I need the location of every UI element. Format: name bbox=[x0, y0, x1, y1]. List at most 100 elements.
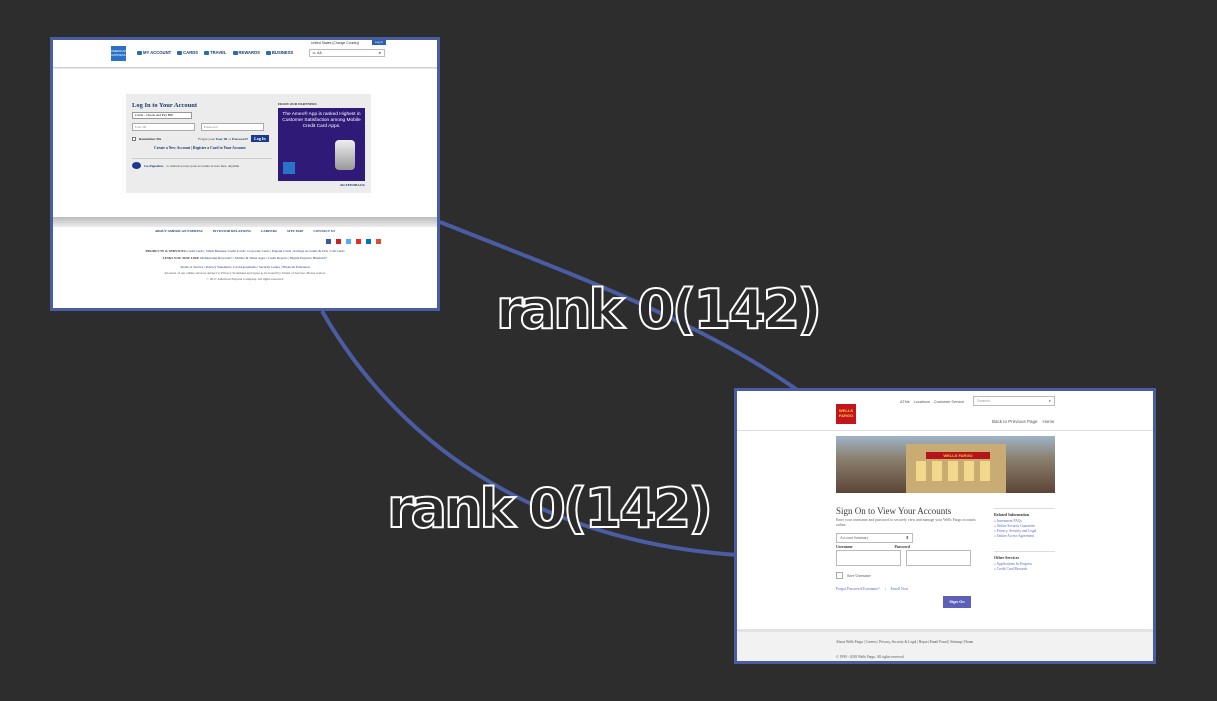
edge-label-top: rank 0(142) bbox=[495, 278, 823, 341]
wf-copyright: © 1999 - 2018 Wells Fargo. All rights re… bbox=[836, 655, 905, 659]
page-subtitle: Enter your username and password to secu… bbox=[836, 518, 976, 527]
wellsfargo-login-thumbnail[interactable]: WELLS FARGO ATMs Locations Customer Serv… bbox=[734, 388, 1156, 664]
other-link[interactable]: » Credit Card Rewards bbox=[994, 567, 1055, 572]
username-field[interactable] bbox=[836, 550, 901, 566]
password-field[interactable]: Password bbox=[201, 123, 264, 131]
signon-form: Sign On to View Your Accounts Enter your… bbox=[836, 506, 986, 608]
search-glyphs: ☏ AA bbox=[312, 51, 322, 55]
facebook-icon[interactable] bbox=[326, 239, 331, 244]
country-selector[interactable]: United States (Change Country) bbox=[311, 41, 359, 45]
card-icon bbox=[177, 50, 183, 55]
rewards-icon bbox=[232, 50, 238, 55]
save-username-checkbox[interactable] bbox=[836, 572, 843, 579]
footer-divider bbox=[53, 217, 437, 227]
trophy-icon bbox=[335, 140, 355, 170]
search-input[interactable]: Search ⌕ bbox=[973, 396, 1055, 406]
login-form: Log In to Your Account Cards - Check and… bbox=[132, 102, 272, 169]
account-type-select[interactable]: Cards - Check and Pay Bill bbox=[132, 112, 192, 119]
login-tab[interactable]: Log In bbox=[372, 40, 386, 45]
ad-text: The Amex® App is ranked Highest in Custo… bbox=[282, 112, 361, 129]
wf-header: WELLS FARGO ATMs Locations Customer Serv… bbox=[737, 391, 1153, 431]
ad-feedback-link[interactable]: AD FEEDBACK bbox=[340, 183, 365, 187]
links-you-may-like[interactable]: Membership Rewards® | Mobile & Tablet Ap… bbox=[200, 256, 327, 260]
remember-me-label: Remember Me bbox=[139, 136, 162, 141]
save-username-label: Save Username bbox=[847, 573, 871, 578]
amex-header: AMERICAN EXPRESS MY ACCOUNT CARDS TRAVEL… bbox=[53, 40, 437, 67]
app-ad-banner[interactable]: The Amex® App is ranked Highest in Custo… bbox=[278, 108, 365, 181]
paperless-promo[interactable]: Go Paperless to unlock access your accoun… bbox=[132, 158, 272, 169]
partners-label: FROM OUR PARTNERS bbox=[278, 102, 317, 106]
search-input[interactable]: ☏ AA ⌕ bbox=[309, 49, 385, 57]
other-services-title: Other Services bbox=[994, 551, 1055, 560]
amex-copyright: © 2017 American Express Company. All rig… bbox=[206, 277, 284, 281]
nav-cards[interactable]: CARDS bbox=[177, 50, 198, 55]
edge-label-bottom: rank 0(142) bbox=[386, 477, 714, 540]
forgot-link[interactable]: Forgot Password/Username? bbox=[836, 587, 880, 591]
legal-links[interactable]: Terms of Service | Privacy Statement | C… bbox=[53, 265, 437, 269]
amex-footer: ABOUT AMERICAN EXPRESS INVESTOR RELATION… bbox=[53, 227, 437, 281]
header-rule bbox=[737, 430, 1153, 431]
storefront-sign: WELLS FARGO bbox=[926, 452, 990, 459]
nav-travel[interactable]: TRAVEL bbox=[204, 50, 227, 55]
footer-sitemap[interactable]: SITE MAP bbox=[287, 229, 303, 233]
user-id-field[interactable]: User ID bbox=[132, 123, 195, 131]
select-arrows-icon: ⬍ bbox=[905, 535, 909, 540]
login-panel: Log In to Your Account Cards - Check and… bbox=[126, 94, 371, 193]
search-icon[interactable]: ⌕ bbox=[379, 50, 381, 56]
paperless-icon bbox=[132, 162, 141, 169]
disclaimer: All users of our online services subject… bbox=[164, 271, 326, 275]
login-button[interactable]: Log In bbox=[251, 135, 269, 142]
amex-ad-logo bbox=[283, 162, 295, 174]
links-label: LINKS YOU MAY LIKE bbox=[162, 256, 200, 260]
atms-link[interactable]: ATMs bbox=[900, 400, 910, 404]
username-label: Username bbox=[836, 545, 853, 549]
destination-dropdown[interactable]: Account Summary ⬍ bbox=[836, 533, 913, 543]
password-label: Password bbox=[894, 545, 911, 549]
user-icon bbox=[137, 50, 142, 55]
footer-links[interactable]: About Wells Fargo | Careers | Privacy, S… bbox=[836, 640, 973, 644]
footer-about[interactable]: ABOUT AMERICAN EXPRESS bbox=[155, 229, 203, 233]
products-links[interactable]: Credit Cards | Small Business Credit Car… bbox=[186, 249, 344, 253]
hero-image: WELLS FARGO bbox=[836, 436, 1055, 493]
forgot-password-link[interactable]: Password? bbox=[232, 137, 248, 141]
create-account-link[interactable]: Create a New Account bbox=[154, 146, 190, 150]
back-link[interactable]: Back to Previous Page bbox=[992, 419, 1038, 424]
youtube-icon[interactable] bbox=[356, 239, 361, 244]
plane-icon bbox=[204, 50, 210, 55]
amex-body: Log In to Your Account Cards - Check and… bbox=[53, 69, 437, 217]
login-title: Log In to Your Account bbox=[132, 102, 198, 109]
password-field[interactable] bbox=[906, 550, 971, 566]
nav-business[interactable]: BUSINESS bbox=[265, 50, 293, 55]
footer-investor[interactable]: INVESTOR RELATIONS bbox=[213, 229, 251, 233]
briefcase-icon bbox=[265, 50, 271, 55]
page-title: Sign On to View Your Accounts bbox=[836, 506, 952, 516]
amex-main-nav: MY ACCOUNT CARDS TRAVEL REWARDS BUSINESS bbox=[137, 50, 293, 55]
wf-logo[interactable]: WELLS FARGO bbox=[836, 404, 856, 424]
footer-careers[interactable]: CAREERS bbox=[261, 229, 277, 233]
customer-service-link[interactable]: Customer Service bbox=[934, 400, 964, 404]
nav-my-account[interactable]: MY ACCOUNT bbox=[137, 50, 171, 55]
forgot-userid-link[interactable]: User ID bbox=[216, 137, 228, 141]
search-icon[interactable]: ⌕ bbox=[1049, 397, 1051, 405]
amex-logo[interactable]: AMERICAN EXPRESS bbox=[111, 46, 127, 61]
pinterest-icon[interactable] bbox=[336, 239, 341, 244]
social-links bbox=[53, 239, 437, 244]
locations-link[interactable]: Locations bbox=[914, 400, 930, 404]
googleplus-icon[interactable] bbox=[376, 239, 381, 244]
products-label: PRODUCTS & SERVICES bbox=[145, 249, 186, 253]
signon-button[interactable]: Sign On bbox=[943, 596, 971, 608]
forgot-text: Forgot your User ID or Password? bbox=[198, 136, 249, 141]
sidebar: Related Information » Investment FAQs » … bbox=[994, 508, 1055, 572]
register-card-link[interactable]: Register a Card to Your Account bbox=[193, 146, 246, 150]
remember-me-checkbox[interactable] bbox=[132, 136, 136, 141]
amex-login-thumbnail[interactable]: AMERICAN EXPRESS MY ACCOUNT CARDS TRAVEL… bbox=[50, 37, 440, 311]
home-link[interactable]: Home bbox=[1043, 419, 1055, 424]
nav-rewards[interactable]: REWARDS bbox=[232, 50, 260, 55]
footer-contact[interactable]: CONTACT US bbox=[313, 229, 335, 233]
enroll-link[interactable]: Enroll Now bbox=[890, 587, 908, 591]
linkedin-icon[interactable] bbox=[366, 239, 371, 244]
twitter-icon[interactable] bbox=[346, 239, 351, 244]
related-title: Related Information bbox=[994, 508, 1055, 517]
wf-footer: About Wells Fargo | Careers | Privacy, S… bbox=[737, 629, 1153, 661]
utility-links: ATMs Locations Customer Service bbox=[900, 400, 964, 404]
